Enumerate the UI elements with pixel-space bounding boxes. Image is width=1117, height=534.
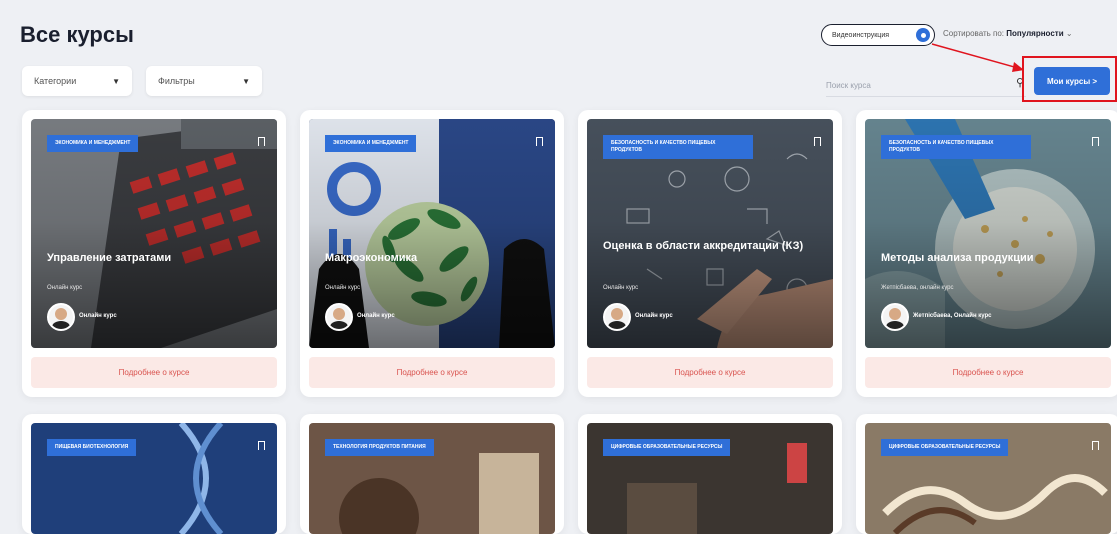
avatar: [881, 303, 909, 331]
filters-dropdown[interactable]: Фильтры ▼: [146, 66, 262, 96]
toggle-knob-icon: [916, 28, 930, 42]
chevron-down-icon: ⌄: [1065, 29, 1073, 38]
annotation-arrow: [931, 43, 1024, 72]
bookmark-icon[interactable]: [1092, 441, 1099, 450]
course-category-badge: Цифровые образовательные ресурсы: [603, 439, 731, 456]
video-guide-label: Видеоинструкция: [832, 31, 890, 39]
bookmark-icon[interactable]: [536, 137, 543, 146]
avatar: [325, 303, 353, 331]
chevron-down-icon: ▼: [112, 76, 120, 86]
course-category-badge: Цифровые образовательные ресурсы: [881, 439, 1009, 456]
sort-value: Популярности: [1006, 29, 1064, 38]
course-card[interactable]: Цифровые образовательные ресурсы: [856, 414, 1117, 534]
bookmark-icon[interactable]: [258, 137, 265, 146]
category-dropdown[interactable]: Категории ▼: [22, 66, 132, 96]
bookmark-icon[interactable]: [1092, 137, 1099, 146]
sort-label: Сортировать по:: [943, 29, 1005, 38]
course-card[interactable]: Безопасность и качество пищевых продукто…: [856, 110, 1117, 397]
course-category-badge: Экономика и менеджмент: [325, 135, 417, 152]
course-image: Безопасность и качество пищевых продукто…: [587, 119, 833, 348]
course-category-badge: Экономика и менеджмент: [47, 135, 139, 152]
course-category-badge: Безопасность и качество пищевых продукто…: [603, 135, 753, 159]
course-card[interactable]: Безопасность и качество пищевых продукто…: [578, 110, 842, 397]
highlight-box: [1022, 56, 1117, 102]
course-title: Макроэкономика: [325, 252, 418, 264]
course-category-badge: Безопасность и качество пищевых продукто…: [881, 135, 1031, 159]
course-image: Цифровые образовательные ресурсы: [587, 423, 833, 534]
course-type: Жетпісбаева, онлайн курс: [881, 285, 954, 291]
category-dropdown-label: Категории: [34, 76, 77, 86]
bookmark-icon[interactable]: [814, 137, 821, 146]
course-author: Онлайн курс: [79, 313, 117, 319]
course-type: Онлайн курс: [603, 285, 639, 291]
course-type: Онлайн курс: [325, 285, 361, 291]
avatar: [47, 303, 75, 331]
search-input[interactable]: Поиск курса: [826, 81, 871, 90]
course-image: Экономика и менеджмент Управление затрат…: [31, 119, 277, 348]
course-card[interactable]: Цифровые образовательные ресурсы: [578, 414, 842, 534]
course-author: Онлайн курс: [357, 313, 395, 319]
course-card[interactable]: Экономика и менеджмент Макроэкономика Он…: [300, 110, 564, 397]
course-title: Оценка в области аккредитации (КЗ): [603, 240, 804, 252]
filters-dropdown-label: Фильтры: [158, 76, 195, 86]
course-category-badge: Пищевая биотехнология: [47, 439, 137, 456]
course-author: Жетпісбаева, Онлайн курс: [913, 313, 992, 319]
course-details-button[interactable]: Подробнее о курсе: [31, 357, 277, 388]
course-image: Технология продуктов питания: [309, 423, 555, 534]
video-guide-toggle[interactable]: Видеоинструкция: [821, 24, 935, 46]
course-card[interactable]: Пищевая биотехнология: [22, 414, 286, 534]
course-title: Управление затратами: [47, 252, 172, 264]
avatar: [603, 303, 631, 331]
course-author: Онлайн курс: [635, 313, 673, 319]
course-details-button[interactable]: Подробнее о курсе: [865, 357, 1111, 388]
course-image: Экономика и менеджмент Макроэкономика Он…: [309, 119, 555, 348]
sort-control[interactable]: Сортировать по: Популярности ⌄: [943, 29, 1073, 38]
course-card[interactable]: Технология продуктов питания: [300, 414, 564, 534]
course-card[interactable]: Экономика и менеджмент Управление затрат…: [22, 110, 286, 397]
course-image: Пищевая биотехнология: [31, 423, 277, 534]
course-category-badge: Технология продуктов питания: [325, 439, 434, 456]
course-title: Методы анализа продукции: [881, 252, 1034, 264]
course-details-button[interactable]: Подробнее о курсе: [309, 357, 555, 388]
course-details-button[interactable]: Подробнее о курсе: [587, 357, 833, 388]
course-image: Безопасность и качество пищевых продукто…: [865, 119, 1111, 348]
course-type: Онлайн курс: [47, 285, 83, 291]
bookmark-icon[interactable]: [258, 441, 265, 450]
page-title: Все курсы: [20, 22, 134, 47]
chevron-down-icon: ▼: [242, 76, 250, 86]
course-image: Цифровые образовательные ресурсы: [865, 423, 1111, 534]
